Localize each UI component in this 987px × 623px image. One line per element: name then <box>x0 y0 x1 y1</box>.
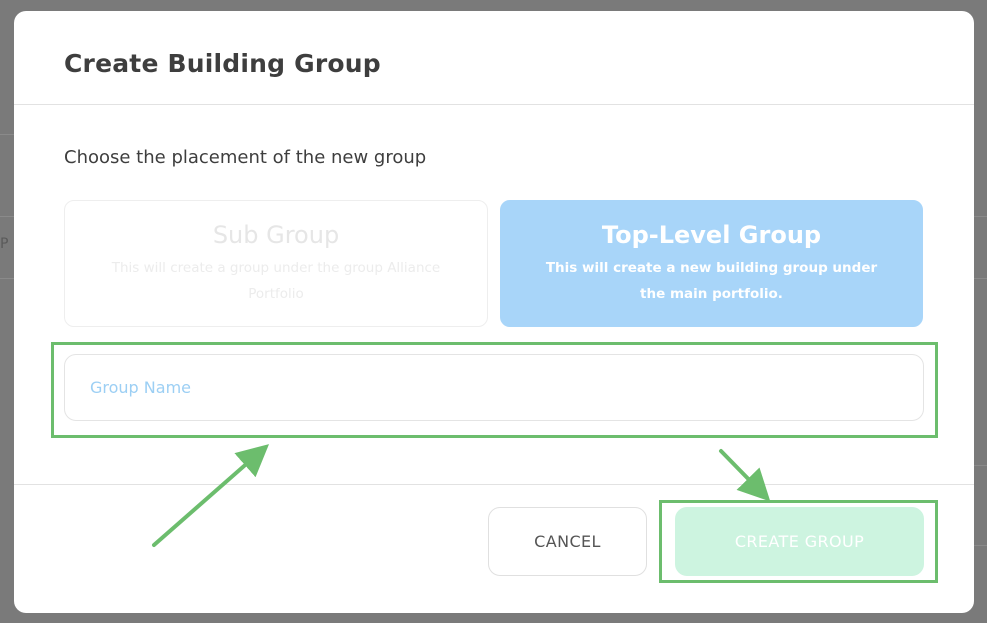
dialog-header: Create Building Group <box>14 11 974 105</box>
background-text-fragment: P <box>0 236 9 252</box>
top-level-group-title: Top-Level Group <box>601 221 822 249</box>
sub-group-description: This will create a group under the group… <box>111 260 441 302</box>
top-level-group-description: This will create a new building group un… <box>545 260 878 302</box>
top-level-group-option[interactable]: Top-Level Group This will create a new b… <box>500 200 923 327</box>
cancel-button[interactable]: CANCEL <box>488 507 647 576</box>
group-name-field <box>64 354 924 421</box>
dialog-title: Create Building Group <box>64 49 381 78</box>
create-building-group-dialog: Create Building Group Choose the placeme… <box>14 11 974 613</box>
create-group-button[interactable]: CREATE GROUP <box>675 507 924 576</box>
sub-group-title: Sub Group <box>212 221 340 249</box>
group-name-input[interactable] <box>65 355 923 420</box>
footer-divider <box>14 484 974 485</box>
sub-group-option[interactable]: Sub Group This will create a group under… <box>64 200 488 327</box>
placement-prompt: Choose the placement of the new group <box>64 147 427 168</box>
